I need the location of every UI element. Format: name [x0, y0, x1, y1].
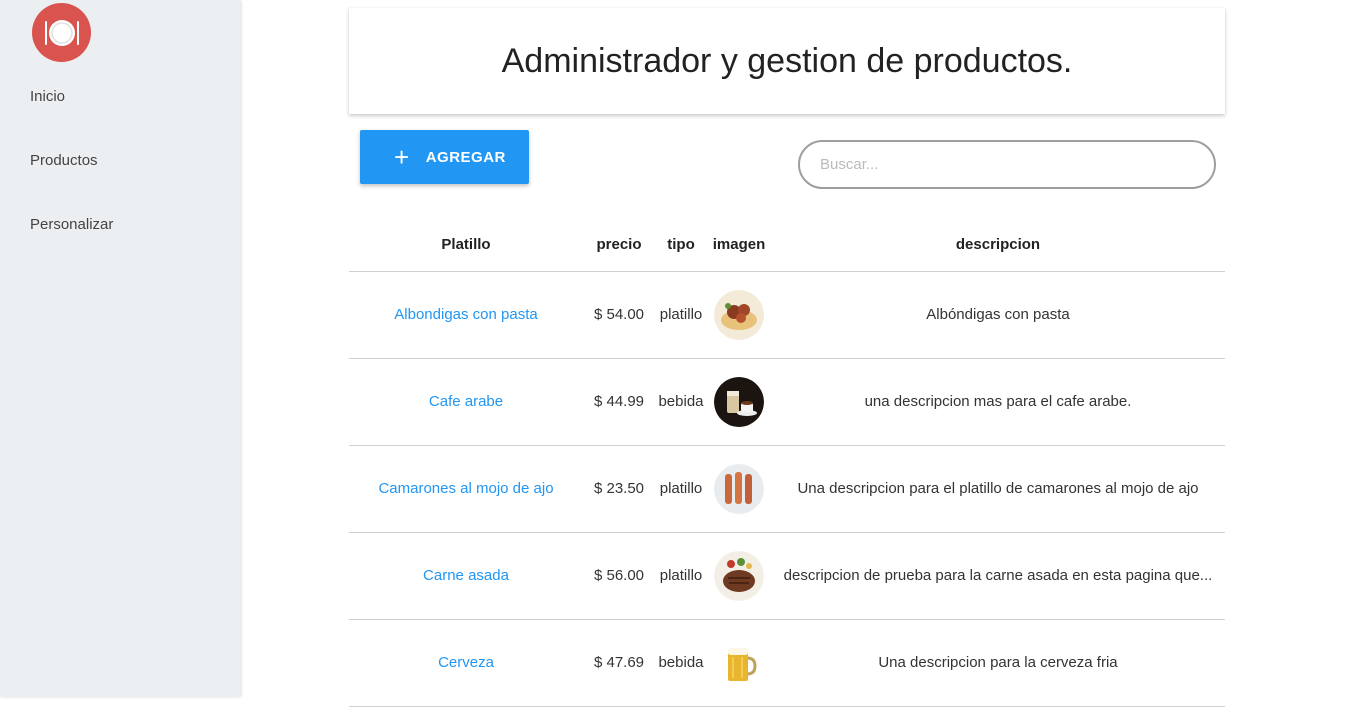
product-type: bebida	[655, 619, 707, 707]
garlic-shrimp-image	[714, 463, 764, 514]
product-image-cell	[707, 271, 771, 359]
add-button-label: AGREGAR	[425, 148, 506, 166]
product-type: platillo	[655, 532, 707, 620]
product-name-link[interactable]: Camarones al mojo de ajo	[349, 445, 583, 533]
product-price: $ 56.00	[583, 532, 655, 620]
product-image-cell	[707, 358, 771, 446]
plus-icon: +	[394, 142, 410, 172]
meatballs-pasta-image	[714, 289, 764, 340]
product-image-cell	[707, 619, 771, 707]
product-name-link[interactable]: Cerveza	[349, 619, 583, 707]
beer-mug-image	[714, 637, 764, 688]
table-row[interactable]: Camarones al mojo de ajo $ 23.50 platill…	[349, 445, 1225, 533]
product-type: platillo	[655, 445, 707, 533]
column-header-descripcion[interactable]: descripcion	[771, 218, 1225, 272]
product-name-link[interactable]: Cafe arabe	[349, 358, 583, 446]
sidebar-item-productos[interactable]: Productos	[30, 152, 98, 169]
sidebar: Inicio Productos Personalizar	[0, 0, 240, 697]
product-price: $ 47.69	[583, 619, 655, 707]
header-card: Administrador y gestion de productos.	[349, 8, 1225, 114]
product-type: bebida	[655, 358, 707, 446]
product-name-link[interactable]: Albondigas con pasta	[349, 271, 583, 359]
product-description: Albóndigas con pasta	[771, 271, 1225, 359]
table-row[interactable]: Albondigas con pasta $ 54.00 platillo Al…	[349, 271, 1225, 359]
product-image-cell	[707, 532, 771, 620]
search-input[interactable]	[798, 140, 1216, 189]
table-header-row: Platillo precio tipo imagen descripcion	[349, 218, 1225, 272]
product-description: Una descripcion para el platillo de cama…	[771, 445, 1225, 533]
add-product-button[interactable]: + AGREGAR	[360, 130, 529, 184]
sidebar-item-inicio[interactable]: Inicio	[30, 88, 65, 105]
product-image-cell	[707, 445, 771, 533]
product-description: descripcion de prueba para la carne asad…	[771, 532, 1225, 620]
column-header-precio[interactable]: precio	[583, 218, 655, 272]
main-content: Administrador y gestion de productos. + …	[240, 0, 1350, 707]
product-description: Una descripcion para la cerveza fria	[771, 619, 1225, 707]
plate-cutlery-icon[interactable]	[32, 3, 91, 62]
table-row[interactable]: Carne asada $ 56.00 platillo descripcion…	[349, 532, 1225, 620]
product-price: $ 23.50	[583, 445, 655, 533]
products-table: Platillo precio tipo imagen descripcion …	[349, 218, 1225, 707]
grilled-beef-image	[714, 550, 764, 601]
sidebar-item-personalizar[interactable]: Personalizar	[30, 216, 113, 233]
page-title: Administrador y gestion de productos.	[501, 41, 1073, 80]
column-header-platillo[interactable]: Platillo	[349, 218, 583, 272]
product-name-link[interactable]: Carne asada	[349, 532, 583, 620]
product-price: $ 54.00	[583, 271, 655, 359]
arabic-coffee-image	[714, 376, 764, 427]
product-price: $ 44.99	[583, 358, 655, 446]
product-description: una descripcion mas para el cafe arabe.	[771, 358, 1225, 446]
table-row[interactable]: Cerveza $ 47.69 bebida Una descripcion p…	[349, 619, 1225, 707]
product-type: platillo	[655, 271, 707, 359]
table-row[interactable]: Cafe arabe $ 44.99 bebida una descripcio…	[349, 358, 1225, 446]
column-header-imagen: imagen	[707, 218, 771, 272]
column-header-tipo[interactable]: tipo	[655, 218, 707, 272]
